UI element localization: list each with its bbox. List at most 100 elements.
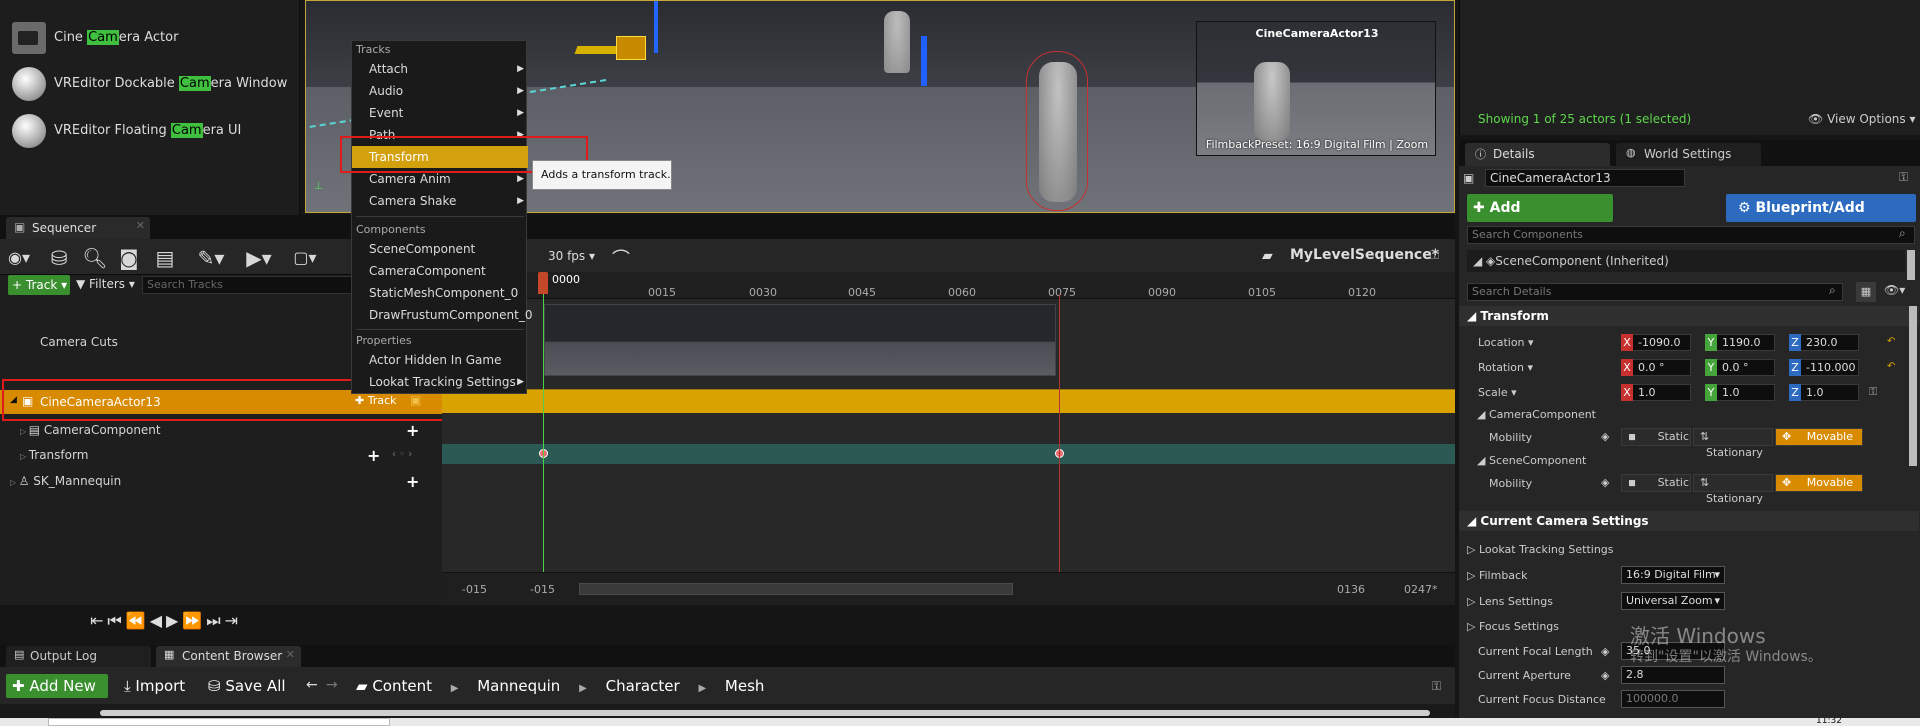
menu-item-camera-component[interactable]: CameraComponent <box>352 260 528 282</box>
search-tracks-input[interactable]: Search Tracks <box>142 276 352 294</box>
lens-settings-row[interactable]: ▷ Lens Settings <box>1467 595 1553 608</box>
focal-length-reset-icon[interactable]: ◈ <box>1601 645 1609 658</box>
details-scrollbar[interactable] <box>1909 306 1917 466</box>
place-actor-item[interactable]: VREditor Floating Camera UI <box>8 113 298 149</box>
aperture-reset-icon[interactable]: ◈ <box>1601 669 1609 682</box>
track-transform[interactable]: ▷ Transform <box>20 443 88 467</box>
lens-settings-dropdown[interactable]: Universal Zoom ▾ <box>1621 592 1725 610</box>
track-camera-cuts[interactable]: Camera Cuts <box>40 330 118 354</box>
tab-details[interactable]: ⓘ Details <box>1465 143 1610 166</box>
filmback-dropdown[interactable]: 16:9 Digital Film ▾ <box>1621 566 1725 584</box>
key-nav-icon[interactable]: ‹ ◦ › <box>392 449 412 460</box>
blueprint-add-script-button[interactable]: ⚙ Blueprint/Add Script <box>1726 194 1916 244</box>
scale-lock-icon[interactable]: ⚿ <box>1869 385 1877 399</box>
location-z-field[interactable]: Z 230.0 <box>1789 334 1859 351</box>
location-y-field[interactable]: Y 1190.0 <box>1705 334 1775 351</box>
focus-settings-row[interactable]: ▷ Focus Settings <box>1467 620 1559 633</box>
menu-item-audio[interactable]: Audio ▶ <box>352 80 528 102</box>
clapper-icon[interactable]: ▤ <box>150 244 180 272</box>
close-icon[interactable]: ✕ <box>286 648 295 661</box>
menu-item-lookat-tracking[interactable]: Lookat Tracking Settings ▶ <box>352 371 528 393</box>
folder-icon[interactable]: ▰ <box>1262 248 1273 264</box>
breadcrumb-item[interactable]: Content <box>372 677 432 695</box>
scale-label[interactable]: Scale ▾ <box>1478 386 1517 399</box>
menu-item-camera-shake[interactable]: Camera Shake ▶ <box>352 190 528 212</box>
property-matrix-icon[interactable]: ▦ <box>1856 282 1876 302</box>
component-scrollbar[interactable] <box>1907 250 1915 280</box>
content-scrollbar[interactable] <box>100 710 1430 716</box>
rotation-label[interactable]: Rotation ▾ <box>1478 361 1533 374</box>
playback-controls[interactable]: ⇤⏮⏪◀▶⏩⏭⇥ <box>90 611 242 631</box>
taskbar-search[interactable] <box>48 718 390 726</box>
scale-y-field[interactable]: Y 1.0 <box>1705 384 1775 401</box>
place-actor-item[interactable] <box>8 0 298 6</box>
mobility-movable[interactable]: ✥ Movable <box>1775 428 1863 446</box>
add-key-icon[interactable]: + <box>367 446 380 465</box>
menu-item-actor-hidden[interactable]: Actor Hidden In Game <box>352 349 528 371</box>
mobility-stationary[interactable]: ⇅ Stationary <box>1693 428 1773 459</box>
menu-item-scene-component[interactable]: SceneComponent <box>352 238 528 260</box>
add-component-button[interactable]: ✚ Add Component ▾ <box>1467 194 1613 244</box>
lock-icon[interactable]: ⚿ <box>1430 248 1439 263</box>
add-new-button[interactable]: ✚ Add New ▾ <box>6 674 108 719</box>
tab-output-log[interactable]: ▤ Output Log <box>6 646 151 667</box>
search-details-input[interactable]: Search Details <box>1467 283 1843 301</box>
wrench-icon[interactable]: ✎▾ <box>196 244 226 272</box>
curve-editor-icon[interactable]: ⌒ <box>612 245 630 271</box>
rotation-x-field[interactable]: X 0.0 ° <box>1621 359 1691 376</box>
selection-icon[interactable]: ▢▾ <box>290 244 320 272</box>
gizmo-z-axis[interactable] <box>654 1 658 53</box>
play-options-icon[interactable]: ▶▾ <box>244 244 274 272</box>
component-tree[interactable]: ◢ ◈SceneComponent (Inherited) <box>1467 250 1905 272</box>
camera-component-subheader[interactable]: ◢ CameraComponent <box>1477 408 1596 421</box>
transform-section-header[interactable]: ◢ Transform <box>1459 306 1919 326</box>
world-icon[interactable]: ◉▾ <box>4 244 34 272</box>
menu-item-static-mesh-component[interactable]: StaticMeshComponent_0 <box>352 282 528 304</box>
menu-item-attach[interactable]: Attach ▶ <box>352 58 528 80</box>
aperture-field[interactable]: 2.8 <box>1621 666 1725 684</box>
import-button[interactable]: ⤓ Import <box>124 677 185 695</box>
mobility-movable[interactable]: ✥ Movable <box>1775 474 1863 492</box>
history-forward-icon[interactable]: → <box>326 677 338 693</box>
lookat-tracking-row[interactable]: ▷ Lookat Tracking Settings <box>1467 543 1614 556</box>
scale-x-field[interactable]: X 1.0 <box>1621 384 1691 401</box>
fps-dropdown[interactable]: 30 fps ▾ <box>548 249 595 263</box>
visibility-eye-icon[interactable]: 👁︎▾ <box>1884 283 1905 297</box>
render-icon[interactable]: ◙ <box>114 244 144 272</box>
reset-location-icon[interactable]: ↶ <box>1887 336 1895 347</box>
camera-settings-section-header[interactable]: ◢ Current Camera Settings <box>1459 511 1919 531</box>
menu-item-event[interactable]: Event ▶ <box>352 102 528 124</box>
actor-name-field[interactable]: CineCameraActor13 <box>1485 169 1685 187</box>
scene-component-subheader[interactable]: ◢ SceneComponent <box>1477 454 1586 467</box>
filmback-row[interactable]: ▷ Filmback <box>1467 569 1527 582</box>
mobility-reset-icon[interactable]: ◈ <box>1601 430 1609 443</box>
breadcrumb-item[interactable]: Mesh <box>725 677 765 695</box>
playhead-marker[interactable] <box>538 272 548 294</box>
close-icon[interactable]: ✕ <box>136 219 145 232</box>
search-icon[interactable]: 🔍︎ <box>80 244 110 272</box>
breadcrumb-item[interactable]: Character <box>606 677 680 695</box>
camera-cut-section[interactable] <box>544 304 1056 376</box>
add-track-button[interactable]: + Track ▾ <box>8 275 70 295</box>
save-icon[interactable]: ⛁ <box>44 244 74 272</box>
camera-gizmo-icon[interactable] <box>574 36 927 86</box>
location-label[interactable]: Location ▾ <box>1478 336 1534 349</box>
mobility-static[interactable]: ◾ Static <box>1621 474 1691 492</box>
mobility-reset-icon[interactable]: ◈ <box>1601 476 1609 489</box>
track-sk-mannequin[interactable]: ▷ ♙ SK_Mannequin <box>10 469 121 493</box>
filters-button[interactable]: ▼ Filters ▾ <box>76 277 135 291</box>
reset-rotation-icon[interactable]: ↶ <box>1887 361 1895 372</box>
history-back-icon[interactable]: ← <box>306 677 318 693</box>
location-x-field[interactable]: X -1090.0 <box>1621 334 1691 351</box>
mannequin-selected[interactable] <box>1026 51 1088 211</box>
add-mannequin-track-icon[interactable]: + <box>406 472 419 491</box>
transform-track-bar[interactable] <box>442 444 1455 464</box>
save-all-button[interactable]: ⛁ Save All <box>208 677 286 695</box>
tab-sequencer[interactable]: ▣ Sequencer ✕ <box>6 217 150 239</box>
rotation-y-field[interactable]: Y 0.0 ° <box>1705 359 1775 376</box>
search-components-input[interactable]: Search Components <box>1467 226 1915 244</box>
tab-content-browser[interactable]: ▦ Content Browser ✕ <box>156 646 301 667</box>
actor-track-bar[interactable] <box>442 389 1455 413</box>
lock-icon[interactable]: ⚿ <box>1432 679 1441 694</box>
place-actor-item[interactable]: Cine Camera Actor <box>8 20 298 56</box>
